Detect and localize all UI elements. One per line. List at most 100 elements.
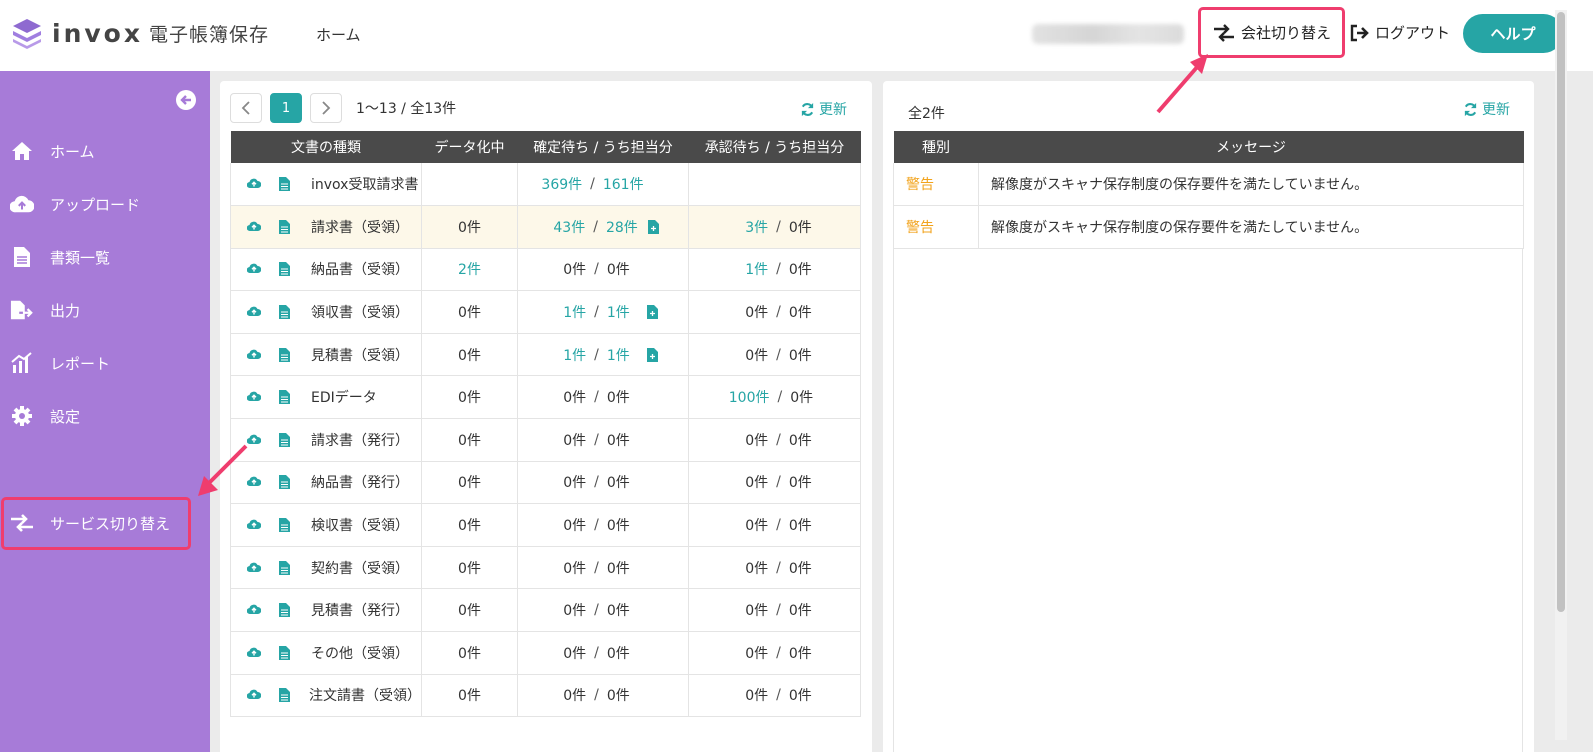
document-icon[interactable] <box>279 432 293 447</box>
message-refresh-button[interactable]: 更新 <box>1463 99 1510 119</box>
document-add-icon[interactable] <box>646 347 658 362</box>
upload-icon[interactable] <box>247 561 261 575</box>
scrollbar-thumb[interactable] <box>1557 12 1565 612</box>
document-icon[interactable] <box>279 305 293 320</box>
message-panel: 全2件 更新 種別 メッセージ 警告 解像度がスキャナ保存制度の保存要件を満たして… <box>883 81 1534 752</box>
approval-assigned-count: 0件 <box>788 603 812 620</box>
approval-assigned-count: 0件 <box>788 475 812 492</box>
refresh-button[interactable]: 更新 <box>800 99 847 119</box>
annotation-arrow <box>198 444 248 496</box>
sidebar-item-documents[interactable]: 書類一覧 <box>0 237 210 277</box>
table-row[interactable]: 契約書（受領） 0件 0件/0件 0件/0件 <box>230 546 861 590</box>
upload-icon[interactable] <box>247 348 261 362</box>
sidebar-item-upload[interactable]: アップロード <box>0 184 210 224</box>
table-row[interactable]: 検収書（受領） 0件 0件/0件 0件/0件 <box>230 503 861 547</box>
table-row[interactable]: 納品書（受領） 2件 0件/0件 1件/0件 <box>230 248 861 292</box>
approval-count[interactable]: 1件 <box>730 259 768 279</box>
confirm-count[interactable]: 369件 <box>541 174 582 194</box>
header-home-link[interactable]: ホーム <box>316 24 361 45</box>
document-type-table: 文書の種類 データ化中 確定待ち / うち担当分 承認待ち / うち担当分 in… <box>230 131 861 718</box>
document-icon[interactable] <box>279 518 293 533</box>
document-icon[interactable] <box>279 390 293 405</box>
logout-button[interactable]: ログアウト <box>1350 22 1450 43</box>
table-row[interactable]: 見積書（受領） 0件 1件/1件 0件/0件 <box>230 333 861 377</box>
table-row[interactable]: EDIデータ 0件 0件/0件 100件/0件 <box>230 375 861 420</box>
document-type-name: invox受取請求書 <box>311 177 419 194</box>
prev-page-button[interactable] <box>230 93 262 123</box>
approval-count: 0件 <box>745 688 769 705</box>
data-processing-count: 0件 <box>421 418 518 462</box>
document-add-icon[interactable] <box>646 305 658 320</box>
approval-count: 0件 <box>745 347 769 364</box>
company-switch-button[interactable]: 会社切り替え <box>1200 9 1344 56</box>
page-1-button[interactable]: 1 <box>270 93 302 123</box>
table-row[interactable]: 請求書（発行） 0件 0件/0件 0件/0件 <box>230 418 861 462</box>
table-row[interactable]: 注文請書（受領） 0件 0件/0件 0件/0件 <box>230 674 861 718</box>
upload-icon[interactable] <box>247 390 261 404</box>
upload-icon[interactable] <box>247 518 261 532</box>
document-icon[interactable] <box>279 560 293 575</box>
confirm-assigned-count[interactable]: 1件 <box>607 345 637 365</box>
document-type-name: 納品書（受領） <box>311 262 409 279</box>
upload-icon[interactable] <box>247 646 261 660</box>
document-icon[interactable] <box>279 219 293 234</box>
document-add-icon[interactable] <box>647 219 659 234</box>
confirm-count[interactable]: 43件 <box>547 217 585 237</box>
table-row[interactable]: 警告 解像度がスキャナ保存制度の保存要件を満たしていません。 <box>893 205 1524 249</box>
table-row[interactable]: 請求書（受領） 0件 43件/28件 3件/0件 <box>230 205 861 249</box>
sidebar-collapse-icon[interactable] <box>176 90 196 110</box>
table-row[interactable]: 納品書（発行） 0件 0件/0件 0件/0件 <box>230 461 861 505</box>
document-icon[interactable] <box>279 347 293 362</box>
home-icon <box>10 139 34 163</box>
document-icon[interactable] <box>279 177 293 192</box>
document-icon[interactable] <box>279 603 293 618</box>
confirm-assigned-count[interactable]: 161件 <box>603 174 644 194</box>
document-icon[interactable] <box>279 262 293 277</box>
data-processing-count[interactable]: 2件 <box>421 248 518 292</box>
data-processing-count: 0件 <box>421 631 518 675</box>
table-row[interactable]: 警告 解像度がスキャナ保存制度の保存要件を満たしていません。 <box>893 163 1524 207</box>
document-icon[interactable] <box>279 688 291 703</box>
document-type-name: EDIデータ <box>311 390 377 407</box>
sidebar-item-export[interactable]: 出力 <box>0 290 210 330</box>
column-header: 種別 <box>893 131 979 163</box>
sidebar-item-settings[interactable]: 設定 <box>0 396 210 436</box>
upload-icon[interactable] <box>247 603 261 617</box>
next-page-button[interactable] <box>310 93 342 123</box>
document-icon[interactable] <box>279 645 293 660</box>
confirm-assigned-count[interactable]: 1件 <box>607 302 637 322</box>
logo-stack-icon <box>13 19 41 49</box>
logout-icon <box>1350 24 1369 41</box>
upload-icon[interactable] <box>247 688 261 702</box>
table-row[interactable]: invox受取請求書 369件/161件 <box>230 163 861 207</box>
upload-icon[interactable] <box>247 305 261 319</box>
data-processing-count: 0件 <box>421 333 518 377</box>
table-row[interactable]: 領収書（受領） 0件 1件/1件 0件/0件 <box>230 290 861 334</box>
cloud-upload-icon <box>10 192 34 216</box>
upload-icon[interactable] <box>247 262 261 276</box>
sidebar-item-label: ホーム <box>50 142 95 161</box>
table-row[interactable]: その他（受領） 0件 0件/0件 0件/0件 <box>230 631 861 675</box>
approval-count: 0件 <box>745 305 769 322</box>
document-type-name: 領収書（受領） <box>311 305 409 322</box>
sidebar-item-report[interactable]: レポート <box>0 343 210 383</box>
confirm-count[interactable]: 1件 <box>548 345 586 365</box>
scrollbar-track[interactable] <box>1555 10 1567 740</box>
upload-icon[interactable] <box>247 220 261 234</box>
approval-count[interactable]: 100件 <box>729 387 770 407</box>
upload-icon[interactable] <box>247 177 261 191</box>
invox-logo[interactable]: invox 電子帳簿保存 <box>10 16 269 50</box>
confirm-count[interactable]: 1件 <box>548 302 586 322</box>
table-row[interactable]: 見積書（発行） 0件 0件/0件 0件/0件 <box>230 588 861 633</box>
help-button[interactable]: ヘルプ <box>1463 14 1563 53</box>
page-range: 1〜13 / 全13件 <box>356 101 457 117</box>
confirm-assigned-count: 0件 <box>606 603 630 620</box>
sidebar-item-home[interactable]: ホーム <box>0 131 210 171</box>
approval-assigned-count: 0件 <box>790 390 814 407</box>
confirm-count: 0件 <box>563 688 587 705</box>
service-switch-button[interactable]: サービス切り替え <box>0 503 210 543</box>
company-switch-label: 会社切り替え <box>1240 24 1331 42</box>
approval-count[interactable]: 3件 <box>730 217 768 237</box>
confirm-assigned-count[interactable]: 28件 <box>606 217 638 237</box>
document-icon[interactable] <box>279 475 293 490</box>
